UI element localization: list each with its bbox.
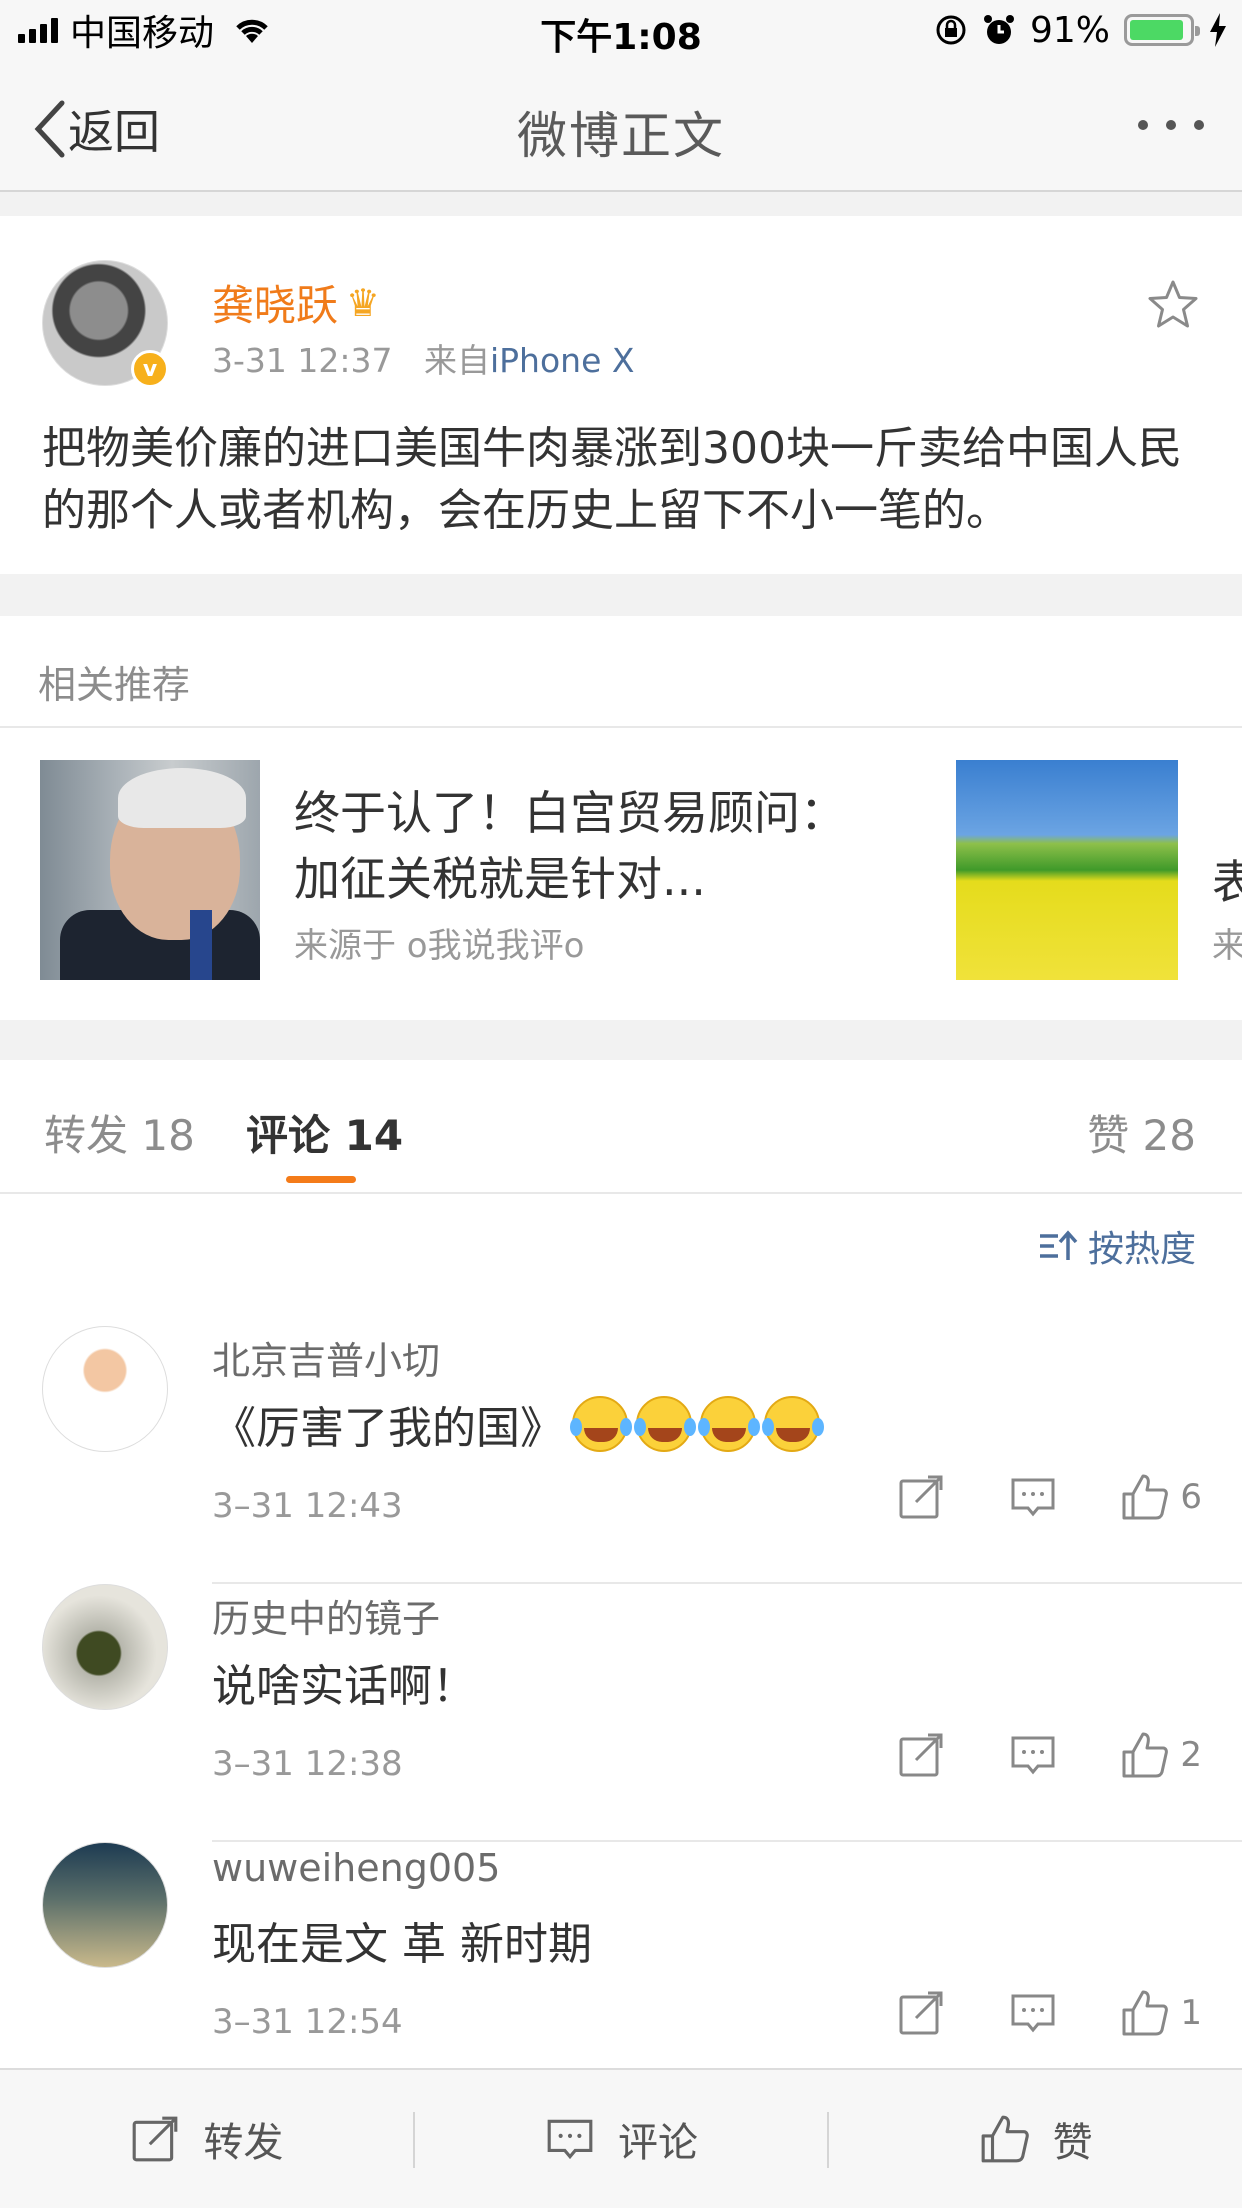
like-count: 6 [1180, 1477, 1202, 1517]
more-dot-icon [1138, 120, 1148, 130]
comment-actions: 2 [834, 1730, 1202, 1780]
battery-icon [1124, 14, 1200, 46]
comment-text-content: 《厉害了我的国》 [212, 1403, 564, 1454]
like-button[interactable]: 赞 [829, 2070, 1242, 2208]
active-tab-indicator [286, 1176, 356, 1183]
battery-level [1130, 20, 1183, 40]
reply-icon[interactable] [1008, 1730, 1058, 1780]
repost-label: 转发 [203, 2120, 284, 2166]
repost-icon[interactable] [896, 1472, 946, 1522]
repost-icon [132, 2116, 178, 2162]
comment-actions: 1 [834, 1988, 1202, 2038]
sort-label: 按热度 [1087, 1229, 1196, 1270]
crying-laughing-face-icon [570, 1396, 628, 1452]
related-thumbnail[interactable] [40, 760, 260, 980]
post-body: 把物美价廉的进口美国牛肉暴涨到300块一斤卖给中国人民的那个人或者机构，会在历史… [42, 423, 1182, 536]
comment-item: 北京吉普小切 《厉害了我的国》 3–31 12:43 6 [0, 1326, 1242, 1584]
comment-actions: 6 [834, 1472, 1202, 1522]
post-card: v 龚晓跃 ♛ 3-31 12:37 来自iPhone X 把物美价廉的进口美国… [0, 216, 1242, 574]
comment-text: 现在是文 革 新时期 [212, 1919, 592, 1970]
crying-laughing-face-icon [698, 1396, 756, 1452]
like-button[interactable]: 1 [1120, 1988, 1202, 2038]
repost-icon[interactable] [896, 1730, 946, 1780]
alarm-icon [983, 15, 1014, 44]
bottom-toolbar: 转发 评论 赞 [0, 2068, 1242, 2208]
commenter-name[interactable]: wuweiheng005 [212, 1846, 500, 1890]
interaction-tabs: 转发 18 评论 14 赞 28 [0, 1060, 1242, 1194]
like-button[interactable]: 2 [1120, 1730, 1202, 1780]
sort-button[interactable]: 按热度 [1038, 1220, 1196, 1272]
comment-item: 历史中的镜子 说啥实话啊！ 3–31 12:38 2 [0, 1584, 1242, 1842]
favorite-star-icon[interactable] [1146, 278, 1200, 332]
tab-repost[interactable]: 转发 18 [44, 1102, 195, 1163]
commenter-avatar[interactable] [42, 1326, 168, 1452]
related-heading: 相关推荐 [0, 616, 1242, 728]
like-button[interactable]: 6 [1120, 1472, 1202, 1522]
comment-time: 3–31 12:38 [212, 1744, 403, 1784]
post-source-prefix: 来自 [423, 341, 490, 380]
page-title: 微博正文 [517, 107, 725, 165]
comment-item: wuweiheng005 现在是文 革 新时期 3–31 12:54 1 [0, 1842, 1242, 2100]
repost-button[interactable]: 转发 [0, 2070, 413, 2208]
reply-icon[interactable] [1008, 1472, 1058, 1522]
author-name-row[interactable]: 龚晓跃 ♛ [212, 272, 380, 333]
comment-time: 3–31 12:54 [212, 2002, 403, 2042]
like-label: 赞 [1052, 2120, 1093, 2166]
more-dot-icon [1194, 120, 1204, 130]
tab-comment[interactable]: 评论 14 [246, 1102, 403, 1163]
commenter-avatar[interactable] [42, 1584, 168, 1710]
tab-like[interactable]: 赞 28 [1087, 1102, 1196, 1163]
commenter-name[interactable]: 历史中的镜子 [212, 1588, 440, 1643]
battery-percent: 91% [1029, 9, 1110, 51]
like-count: 2 [1180, 1735, 1202, 1775]
repost-icon[interactable] [896, 1988, 946, 2038]
thumbs-up-icon [1122, 1732, 1169, 1778]
status-right: 91% [934, 8, 1228, 52]
commenter-name[interactable]: 北京吉普小切 [212, 1330, 440, 1385]
crying-laughing-face-icon [634, 1396, 692, 1452]
related-source-clipped: 来 [1212, 926, 1242, 966]
comment-text: 《厉害了我的国》 [212, 1392, 820, 1456]
comment-label: 评论 [618, 2120, 698, 2166]
rotation-lock-icon [936, 15, 966, 45]
like-count: 1 [1180, 1993, 1202, 2033]
sort-icon [1039, 1230, 1078, 1260]
comment-icon [547, 2119, 593, 2160]
post-meta: 3-31 12:37 来自iPhone X [212, 334, 634, 382]
verified-badge-icon: v [131, 350, 169, 388]
more-dot-icon [1166, 120, 1176, 130]
author-name[interactable]: 龚晓跃 [212, 272, 338, 333]
nav-bar: 返回 微博正文 [0, 62, 1242, 192]
reply-icon[interactable] [1008, 1988, 1058, 2038]
related-title[interactable]: 终于认了！白宫贸易顾问：加征关税就是针对... [294, 780, 874, 912]
comment-text: 说啥实话啊！ [212, 1661, 476, 1712]
more-button[interactable] [1138, 120, 1204, 130]
commenter-avatar[interactable] [42, 1842, 168, 1968]
thumbs-up-icon [981, 2115, 1029, 2163]
comment-list: 按热度 北京吉普小切 《厉害了我的国》 3–31 12:43 6 历史中的镜子 … [0, 1194, 1242, 2068]
comment-button[interactable]: 评论 [415, 2070, 828, 2208]
status-bar: 中国移动 下午1:08 91% [0, 0, 1242, 62]
thumbs-up-icon [1122, 1990, 1169, 2036]
charging-bolt-icon [1210, 13, 1226, 47]
crown-icon: ♛ [346, 280, 381, 325]
related-section: 相关推荐 终于认了！白宫贸易顾问：加征关税就是针对... 来源于 o我说我评o … [0, 616, 1242, 1020]
related-thumbnail[interactable] [956, 760, 1178, 980]
post-source[interactable]: iPhone X [490, 341, 635, 380]
post-time: 3-31 12:37 [212, 341, 393, 380]
related-source: 来源于 o我说我评o [294, 926, 585, 966]
thumbs-up-icon [1122, 1474, 1169, 1520]
crying-laughing-face-icon [762, 1396, 820, 1452]
comment-time: 3–31 12:43 [212, 1486, 403, 1526]
related-title-clipped[interactable]: 表 [1212, 846, 1242, 912]
